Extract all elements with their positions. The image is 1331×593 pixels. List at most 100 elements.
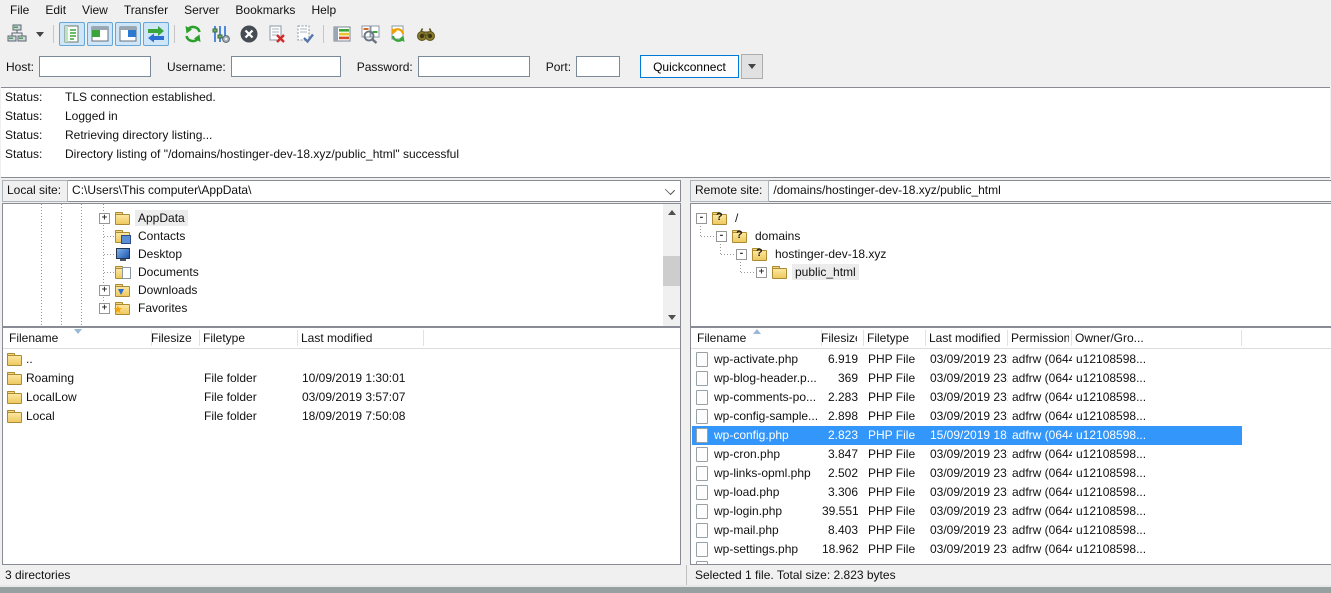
- disconnect-button[interactable]: [264, 22, 290, 46]
- scroll-up-button[interactable]: [663, 204, 680, 221]
- search-button[interactable]: [413, 22, 439, 46]
- column-separator[interactable]: [863, 330, 864, 346]
- tree-expander[interactable]: +: [99, 285, 110, 296]
- tree-expander[interactable]: -: [716, 231, 727, 242]
- synchronized-browsing-button[interactable]: [385, 22, 411, 46]
- column-separator[interactable]: [1241, 330, 1242, 346]
- column-header-filesize[interactable]: Filesize: [151, 328, 193, 348]
- menu-edit[interactable]: Edit: [37, 0, 74, 21]
- tree-item-downloads[interactable]: Downloads: [115, 281, 200, 299]
- directory-comparison-button[interactable]: [357, 22, 383, 46]
- cell-filename: wp-blog-header.p...: [714, 369, 822, 388]
- menu-help[interactable]: Help: [303, 0, 344, 21]
- column-header-filetype[interactable]: Filetype: [867, 328, 923, 348]
- tree-item-appdata[interactable]: AppData: [115, 209, 188, 227]
- column-separator[interactable]: [297, 330, 298, 346]
- tree-expander[interactable]: +: [99, 303, 110, 314]
- tree-item-hostinger-dev-18.xyz[interactable]: ?hostinger-dev-18.xyz: [752, 245, 889, 263]
- status-divider: [686, 565, 687, 585]
- scroll-down-button[interactable]: [663, 309, 680, 326]
- tree-expander[interactable]: -: [696, 213, 707, 224]
- local-site-label: Local site:: [2, 180, 68, 202]
- password-input[interactable]: [418, 56, 530, 77]
- toggle-remote-tree-button[interactable]: [115, 22, 141, 46]
- log-status-label: Status:: [1, 145, 65, 164]
- column-separator[interactable]: [925, 330, 926, 346]
- local-tree-scrollbar[interactable]: [663, 204, 680, 326]
- username-input[interactable]: [231, 56, 341, 77]
- remote-site-label: Remote site:: [690, 180, 769, 202]
- reconnect-button[interactable]: [292, 22, 318, 46]
- column-header-filetype[interactable]: Filetype: [203, 328, 295, 348]
- menu-bookmarks[interactable]: Bookmarks: [227, 0, 303, 21]
- tree-item-documents[interactable]: Documents: [115, 263, 202, 281]
- menu-server[interactable]: Server: [176, 0, 227, 21]
- cell-filename: Local: [26, 407, 152, 426]
- file-row[interactable]: wp-load.php3.306PHP File03/09/2019 23:..…: [692, 483, 1242, 502]
- column-separator[interactable]: [1007, 330, 1008, 346]
- folder-favorites-icon: ★: [115, 301, 132, 315]
- column-separator[interactable]: [1071, 330, 1072, 346]
- file-row[interactable]: wp-activate.php6.919PHP File03/09/2019 2…: [692, 350, 1242, 369]
- local-site-path-combobox[interactable]: C:\Users\This computer\AppData\: [68, 180, 681, 202]
- file-row[interactable]: wp-mail.php8.403PHP File03/09/2019 23:..…: [692, 521, 1242, 540]
- toggle-message-log-button[interactable]: [59, 22, 85, 46]
- file-row[interactable]: wp-cron.php3.847PHP File03/09/2019 23:..…: [692, 445, 1242, 464]
- file-row[interactable]: wp-links-opml.php2.502PHP File03/09/2019…: [692, 464, 1242, 483]
- file-row[interactable]: wp-config.php2.823PHP File15/09/2019 18:…: [692, 426, 1242, 445]
- menu-transfer[interactable]: Transfer: [116, 0, 176, 21]
- tree-guide-line: [81, 204, 82, 326]
- file-icon: [695, 447, 712, 461]
- file-row[interactable]: wp-settings.php18.962PHP File03/09/2019 …: [692, 540, 1242, 559]
- tree-item-desktop[interactable]: Desktop: [115, 245, 185, 263]
- menu-view[interactable]: View: [74, 0, 116, 21]
- column-header-owner-gro---[interactable]: Owner/Gro...: [1075, 328, 1239, 348]
- tree-item-contacts[interactable]: Contacts: [115, 227, 188, 245]
- column-separator[interactable]: [423, 330, 424, 346]
- toggle-local-tree-button[interactable]: [87, 22, 113, 46]
- remote-site-path-combobox[interactable]: /domains/hostinger-dev-18.xyz/public_htm…: [769, 180, 1331, 202]
- file-row[interactable]: LocalLowFile folder03/09/2019 3:57:07: [4, 388, 681, 407]
- quickconnect-dropdown-button[interactable]: [741, 54, 763, 79]
- site-manager-button[interactable]: [4, 22, 30, 46]
- refresh-button[interactable]: [180, 22, 206, 46]
- tree-item-root[interactable]: ?/: [712, 209, 741, 227]
- column-header-last-modified[interactable]: Last modified: [929, 328, 1005, 348]
- combobox-arrow-icon[interactable]: [665, 185, 675, 195]
- file-row[interactable]: wp-comments-po...2.283PHP File03/09/2019…: [692, 388, 1242, 407]
- tree-expander[interactable]: +: [756, 267, 767, 278]
- file-row[interactable]: wp-config-sample...2.898PHP File03/09/20…: [692, 407, 1242, 426]
- site-manager-dropdown-button[interactable]: [32, 22, 48, 46]
- refresh-icon: [183, 24, 203, 44]
- cell-last-modified: 03/09/2019 23:...: [930, 445, 1008, 464]
- tree-expander[interactable]: +: [99, 213, 110, 224]
- menu-file[interactable]: File: [2, 0, 37, 21]
- cell-last-modified: 03/09/2019 23:...: [930, 521, 1008, 540]
- tree-guide-line: [701, 236, 715, 237]
- cancel-button[interactable]: [236, 22, 262, 46]
- column-header-last-modified[interactable]: Last modified: [301, 328, 421, 348]
- port-label: Port:: [546, 60, 571, 74]
- local-directory-tree: + AppDataContactsDesktopDocuments + Downloa…: [2, 203, 681, 327]
- toggle-queue-processing-button[interactable]: [208, 22, 234, 46]
- host-input[interactable]: [39, 56, 151, 77]
- filter-button[interactable]: [329, 22, 355, 46]
- column-header-permissions[interactable]: Permissions: [1011, 328, 1069, 348]
- toggle-transfer-queue-button[interactable]: [143, 22, 169, 46]
- file-row[interactable]: RoamingFile folder10/09/2019 1:30:01: [4, 369, 681, 388]
- tree-item-public_html[interactable]: public_html: [772, 263, 859, 281]
- file-row[interactable]: wp-blog-header.p...369PHP File03/09/2019…: [692, 369, 1242, 388]
- tree-item-favorites[interactable]: ★Favorites: [115, 299, 190, 317]
- remote-list-rows: wp-activate.php6.919PHP File03/09/2019 2…: [692, 348, 1331, 564]
- column-header-filesize[interactable]: Filesize: [821, 328, 857, 348]
- quickconnect-button[interactable]: Quickconnect: [640, 55, 739, 78]
- column-separator[interactable]: [199, 330, 200, 346]
- cell-filetype: PHP File: [868, 388, 926, 407]
- file-row[interactable]: wp-login.php39.551PHP File03/09/2019 23:…: [692, 502, 1242, 521]
- file-row[interactable]: ..: [4, 350, 681, 369]
- tree-expander[interactable]: -: [736, 249, 747, 260]
- file-row[interactable]: LocalFile folder18/09/2019 7:50:08: [4, 407, 681, 426]
- scroll-thumb[interactable]: [663, 256, 680, 286]
- port-input[interactable]: [576, 56, 620, 77]
- tree-item-domains[interactable]: ?domains: [732, 227, 803, 245]
